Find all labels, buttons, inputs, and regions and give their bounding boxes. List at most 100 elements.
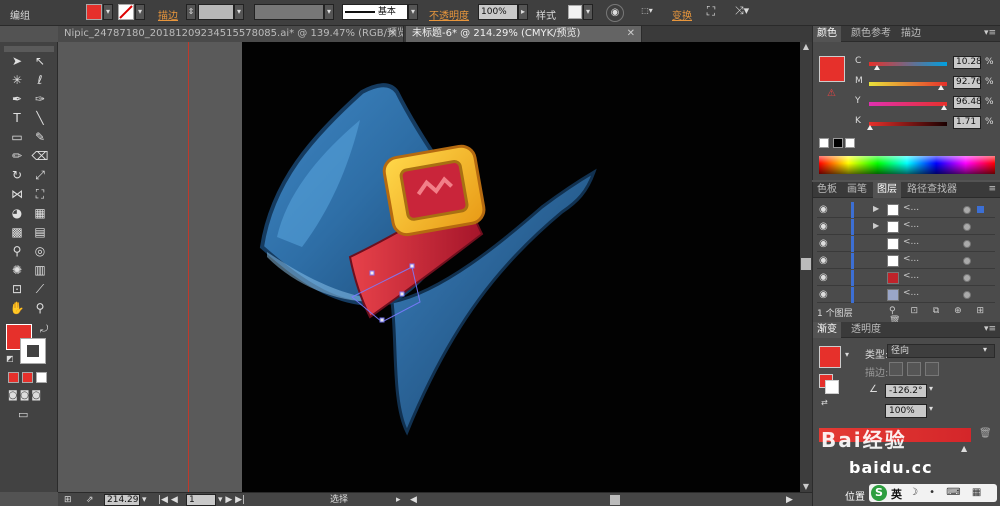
isolate-icon[interactable]: ⛶ — [704, 4, 718, 20]
blend-tool-icon[interactable]: ◎ — [30, 242, 50, 260]
first-artboard-icon[interactable]: |◀ ◀ — [158, 494, 178, 506]
horizontal-scroll-thumb[interactable] — [610, 495, 620, 505]
layer-name[interactable]: <... — [903, 220, 919, 230]
transform-link[interactable]: 变换 — [672, 7, 692, 22]
sogou-icon[interactable]: S — [871, 485, 887, 501]
fill-swatch[interactable] — [86, 4, 102, 20]
gradient-type-select[interactable]: 径向 — [887, 344, 995, 358]
close-icon[interactable]: ✕ — [389, 26, 397, 42]
tab-brushes[interactable]: 画笔 — [843, 182, 871, 198]
free-transform-icon[interactable]: ⛶ — [30, 185, 50, 203]
tab-color[interactable]: 颜色 — [813, 26, 841, 42]
eraser-icon[interactable]: ⌫ — [30, 147, 50, 165]
eyedropper-icon[interactable]: ⚲ — [7, 242, 27, 260]
ime-toolbar[interactable]: S 英 ☽ • ⌨ ▦ — [869, 484, 997, 502]
layer-row[interactable]: ◉ <... — [817, 253, 995, 269]
channel-slider[interactable] — [869, 102, 947, 106]
eye-icon[interactable]: ◉ — [819, 289, 828, 300]
close-icon[interactable]: ✕ — [627, 26, 635, 42]
variable-width-dropdown[interactable]: ▾ — [324, 4, 334, 20]
column-graph-icon[interactable]: ▥ — [30, 261, 50, 279]
angle-dropdown[interactable]: ▾ — [929, 384, 933, 393]
hscroll-right-icon[interactable]: ▶ — [786, 494, 793, 506]
eye-icon[interactable]: ◉ — [819, 238, 828, 249]
aspect-ratio-field[interactable]: 100% — [885, 404, 927, 418]
pencil-icon[interactable]: ✏ — [7, 147, 27, 165]
tab-document-1[interactable]: Nipic_24787180_20181209234515578085.ai* … — [58, 26, 404, 42]
out-of-gamut-icon[interactable]: ⚠ — [827, 88, 836, 99]
channel-slider-knob[interactable] — [938, 85, 944, 90]
layer-name[interactable]: <... — [903, 203, 919, 213]
layer-name[interactable]: <... — [903, 237, 919, 247]
layer-row[interactable]: ◉ <... — [817, 287, 995, 303]
stroke-within-icon[interactable] — [889, 362, 903, 376]
arrange-icon[interactable]: ⤨▾ — [730, 4, 754, 20]
stroke-stepper[interactable]: ⇕ — [186, 4, 196, 20]
swap-icon[interactable]: ⤾ — [40, 324, 48, 335]
rectangle-tool-icon[interactable]: ▭ — [7, 128, 27, 146]
layer-name[interactable]: <... — [903, 288, 919, 298]
selection-indicator[interactable] — [977, 206, 984, 213]
ime-tool-icons[interactable]: ☽ • ⌨ ▦ — [909, 487, 985, 498]
aspect-ratio-dropdown[interactable]: ▾ — [929, 404, 933, 413]
align-icon[interactable]: ⬚▾ — [636, 4, 658, 20]
fill-dropdown[interactable]: ▾ — [103, 4, 113, 20]
delete-stop-icon[interactable]: 🗑 — [979, 428, 992, 439]
channel-value[interactable]: 1.71 — [953, 116, 981, 129]
channel-value[interactable]: 92.76 — [953, 76, 982, 89]
stroke-weight-dropdown[interactable]: ▾ — [234, 4, 244, 20]
panel-menu-icon[interactable]: ▾≡ — [984, 324, 996, 334]
gradient-stroke-icon[interactable] — [825, 380, 839, 394]
gradient-mode-icon[interactable] — [22, 372, 33, 383]
tab-layers[interactable]: 图层 — [873, 182, 901, 198]
status-menu-icon[interactable]: ▸ — [396, 494, 401, 506]
recolor-artwork-icon[interactable]: ◉ — [606, 4, 624, 22]
eye-icon[interactable]: ◉ — [819, 221, 828, 232]
eye-icon[interactable]: ◉ — [819, 255, 828, 266]
opacity-link[interactable]: 不透明度 — [429, 7, 469, 22]
channel-value[interactable]: 96.48 — [953, 96, 982, 109]
none-color-icon[interactable] — [819, 138, 829, 148]
reverse-gradient-icon[interactable]: ⇄ — [821, 398, 828, 407]
none-mode-icon[interactable] — [36, 372, 47, 383]
style-swatch[interactable] — [568, 5, 582, 19]
tab-gradient[interactable]: 渐变 — [813, 322, 841, 338]
tab-pathfinder[interactable]: 路径查找器 — [903, 182, 961, 198]
stroke-weight-field[interactable] — [198, 4, 234, 20]
artboard[interactable] — [242, 42, 800, 492]
tab-swatches[interactable]: 色板 — [813, 182, 841, 198]
panel-menu-icon[interactable]: ≡ — [988, 184, 996, 194]
layer-row[interactable]: ◉ <... — [817, 270, 995, 286]
angle-field[interactable]: -126.2° — [885, 384, 927, 398]
brush-profile-field[interactable]: 基本 — [342, 4, 408, 20]
symbol-sprayer-icon[interactable]: ✺ — [7, 261, 27, 279]
expand-arrow-icon[interactable]: ▶ — [873, 204, 879, 213]
layer-row[interactable]: ◉ ▶ <... — [817, 202, 995, 218]
color-mode-icon[interactable] — [8, 372, 19, 383]
hand-tool-icon[interactable]: ✋ — [7, 299, 27, 317]
artboard-number-field[interactable]: 1 — [186, 494, 216, 506]
scroll-down-icon[interactable]: ▼ — [801, 482, 811, 492]
zoom-dropdown[interactable]: ▾ — [142, 494, 147, 506]
draw-mode-icon[interactable]: ◙◙◙ — [8, 390, 43, 401]
slice-tool-icon[interactable]: ⟋ — [30, 280, 50, 298]
width-tool-icon[interactable]: ⋈ — [7, 185, 27, 203]
target-icon[interactable] — [963, 274, 971, 282]
gradient-tool-icon[interactable]: ▤ — [30, 223, 50, 241]
zoom-tool-icon[interactable]: ⚲ — [30, 299, 50, 317]
channel-slider[interactable] — [869, 122, 947, 126]
stroke-along-icon[interactable] — [907, 362, 921, 376]
color-spectrum[interactable] — [819, 156, 995, 174]
eye-icon[interactable]: ◉ — [819, 272, 828, 283]
vertical-scroll-thumb[interactable] — [801, 258, 811, 270]
panel-menu-icon[interactable]: ▾≡ — [984, 28, 996, 38]
channel-slider-knob[interactable] — [874, 65, 880, 70]
channel-slider[interactable] — [869, 82, 947, 86]
white-swatch[interactable] — [845, 138, 855, 148]
hscroll-left-icon[interactable]: ◀ — [410, 494, 417, 506]
channel-value[interactable]: 10.28 — [953, 56, 982, 69]
lasso-icon[interactable]: ℓ — [30, 71, 50, 89]
black-swatch[interactable] — [833, 138, 843, 148]
selection-tool-icon[interactable]: ➤ — [7, 52, 27, 70]
screen-mode-icon[interactable]: ▭ — [18, 408, 28, 421]
